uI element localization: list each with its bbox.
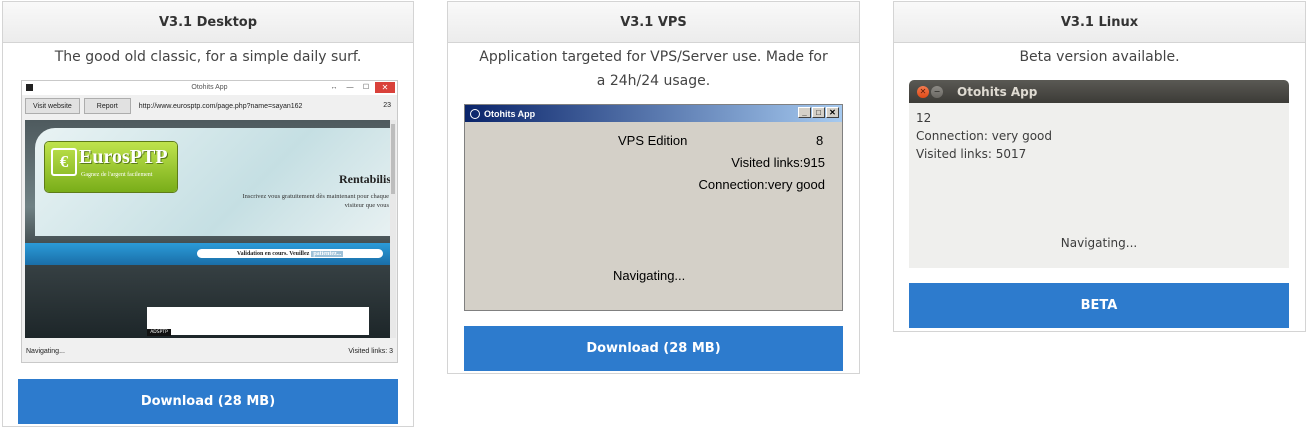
- euro-icon: €: [51, 148, 77, 176]
- card-vps: V3.1 VPS Application targeted for VPS/Se…: [447, 1, 860, 374]
- maximize-icon: ☐: [362, 84, 370, 91]
- scrollbar: [390, 120, 396, 338]
- ad-box: [147, 307, 369, 335]
- url-text: http://www.eurosptp.com/page.php?name=sa…: [138, 102, 303, 110]
- beta-button[interactable]: BETA: [909, 283, 1289, 328]
- status-left: Navigating...: [26, 348, 65, 355]
- resize-icon: ↔: [330, 83, 338, 91]
- validation-text: Validation en cours. Veuillez: [236, 250, 310, 257]
- connection-text: Connection: very good: [916, 129, 1053, 143]
- card-linux: V3.1 Linux Beta version available. ✕ − O…: [893, 1, 1306, 332]
- card-title: V3.1 Desktop: [3, 2, 413, 43]
- counter-text: 8: [816, 133, 824, 148]
- app-icon: [470, 108, 480, 119]
- app-toolbar: Visit website Report http://www.eurosptp…: [22, 95, 397, 117]
- eurosptp-logo: € EurosPTP Gagnez de l'argent facilement: [45, 142, 177, 192]
- counter-text: 12: [916, 111, 932, 125]
- minimize-icon: −: [931, 85, 943, 98]
- window-titlebar: ✕ − Otohits App: [909, 80, 1289, 103]
- vps-app-screenshot: Otohits App _ □ ✕ VPS Edition 8 Visited …: [464, 104, 843, 311]
- close-icon: ✕: [375, 82, 395, 93]
- status-right: Visited links: 3: [348, 348, 393, 355]
- logo-brand: EurosPTP: [79, 146, 168, 168]
- card-description: Application targeted for VPS/Server use.…: [479, 49, 828, 89]
- ad-label: ADSPTP: [147, 329, 171, 336]
- card-title: V3.1 VPS: [448, 2, 859, 43]
- edition-label: VPS Edition: [618, 133, 688, 148]
- webpage-heading: Rentabilis: [338, 172, 391, 186]
- download-vps-button[interactable]: Download (28 MB): [464, 326, 843, 371]
- window-title: Otohits App: [484, 108, 536, 119]
- connection-text: Connection:very good: [698, 177, 825, 192]
- card-desktop: V3.1 Desktop The good old classic, for a…: [2, 1, 414, 427]
- scrollbar-thumb: [391, 124, 395, 194]
- status-bar: Navigating... Visited links: 3: [26, 348, 393, 358]
- embedded-webpage: € EurosPTP Gagnez de l'argent facilement…: [25, 120, 391, 338]
- webpage-text: Inscrivez vous gratuitement dès maintena…: [242, 193, 389, 209]
- card-description: Beta version available.: [1019, 49, 1180, 65]
- counter-text: 23: [383, 102, 391, 109]
- desktop-app-screenshot: Otohits App ↔ — ☐ ✕ Visit website Report…: [21, 80, 398, 363]
- download-desktop-button[interactable]: Download (28 MB): [18, 379, 398, 424]
- card-description: The good old classic, for a simple daily…: [54, 49, 362, 65]
- linux-app-screenshot: ✕ − Otohits App 12 Connection: very good…: [909, 80, 1289, 268]
- card-title: V3.1 Linux: [894, 2, 1305, 43]
- minimize-icon: _: [798, 107, 811, 118]
- logo-tagline: Gagnez de l'argent facilement: [81, 172, 153, 178]
- window-titlebar: Otohits App _ □ ✕: [465, 105, 842, 122]
- window-titlebar: Otohits App ↔ — ☐ ✕: [22, 81, 397, 95]
- close-icon: ✕: [917, 85, 929, 98]
- status-text: Navigating...: [1060, 236, 1138, 250]
- minimize-icon: —: [346, 83, 354, 91]
- maximize-icon: □: [812, 107, 825, 118]
- visit-website-button: Visit website: [25, 98, 80, 114]
- report-button: Report: [83, 98, 131, 114]
- close-icon: ✕: [826, 107, 839, 118]
- visited-links-text: Visited links:915: [731, 155, 825, 170]
- status-text: Navigating...: [613, 268, 686, 283]
- validation-bar: Validation en cours. Veuillez patientez.…: [197, 249, 383, 258]
- visited-links-text: Visited links: 5017: [916, 147, 1027, 161]
- window-title: Otohits App: [957, 84, 1038, 99]
- patientez-text: patientez...: [311, 250, 344, 257]
